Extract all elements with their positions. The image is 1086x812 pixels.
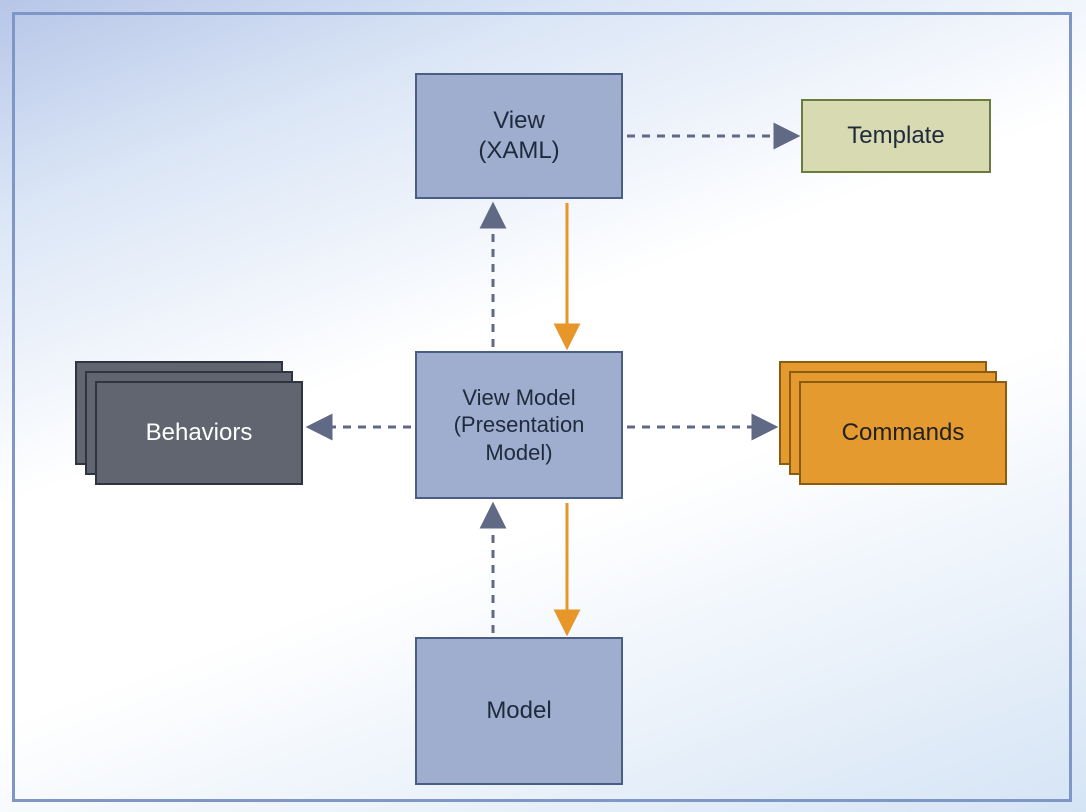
node-template: Template xyxy=(801,99,991,173)
diagram-frame: View(XAML) Template View Model(Presentat… xyxy=(12,12,1072,802)
node-viewmodel-label: View Model(PresentationModel) xyxy=(446,380,593,471)
node-view-label: View(XAML) xyxy=(470,102,567,170)
node-model-label: Model xyxy=(478,692,559,730)
node-commands: Commands xyxy=(779,361,1007,485)
node-behaviors: Behaviors xyxy=(75,361,303,485)
node-viewmodel: View Model(PresentationModel) xyxy=(415,351,623,499)
behaviors-label: Behaviors xyxy=(146,419,253,447)
diagram-stage: View(XAML) Template View Model(Presentat… xyxy=(15,15,1069,799)
commands-label: Commands xyxy=(842,419,965,447)
behaviors-card-front: Behaviors xyxy=(95,381,303,485)
node-template-label: Template xyxy=(839,117,952,155)
node-model: Model xyxy=(415,637,623,785)
commands-card-front: Commands xyxy=(799,381,1007,485)
node-view: View(XAML) xyxy=(415,73,623,199)
